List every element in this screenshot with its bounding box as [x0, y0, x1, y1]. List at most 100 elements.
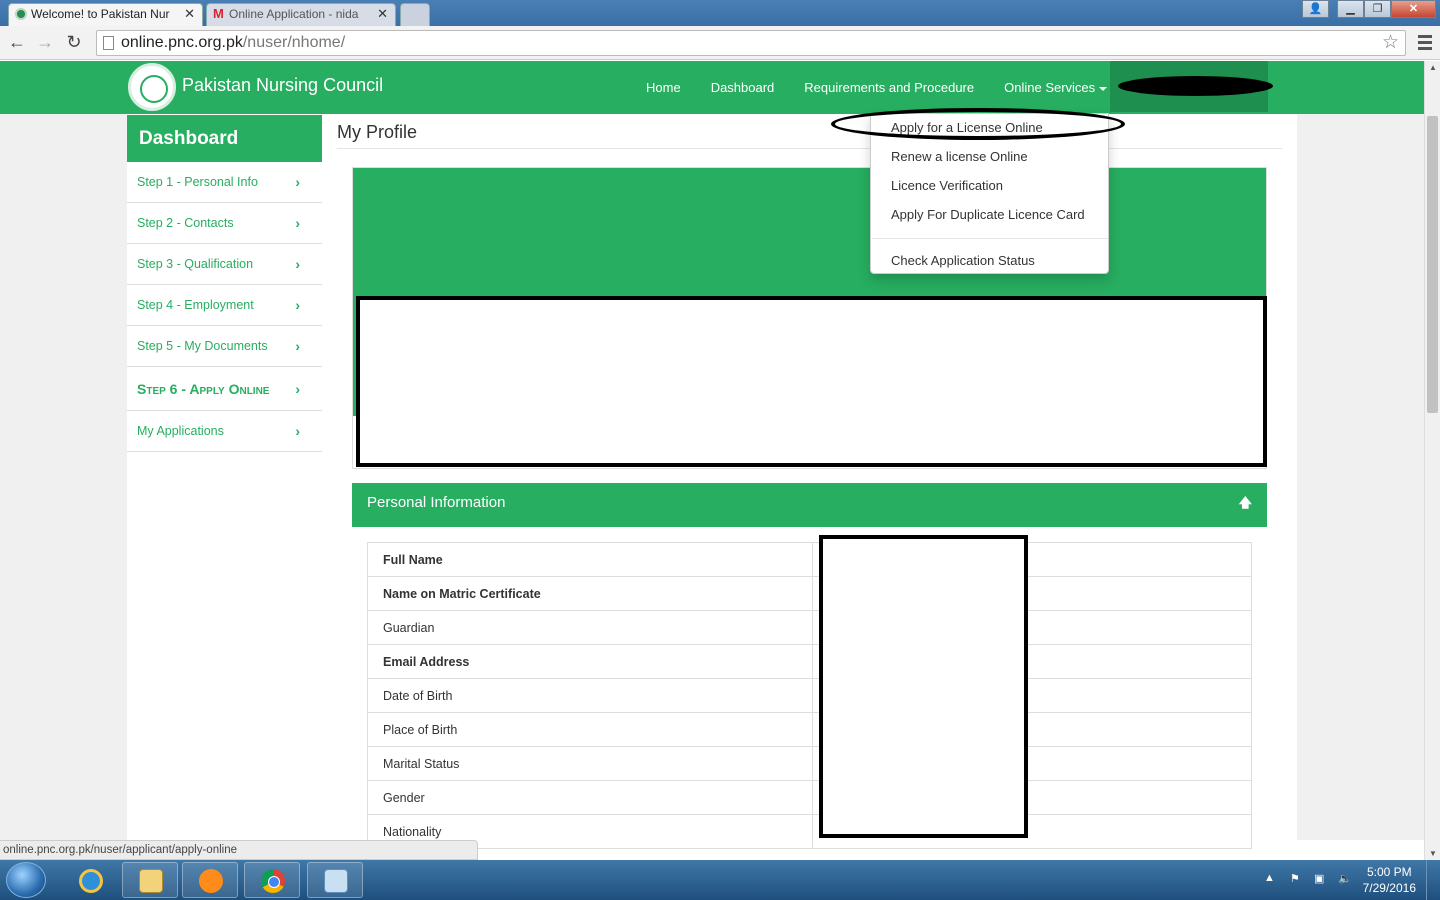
section-title: Personal Information [367, 494, 506, 511]
taskbar-clock[interactable]: 5:00 PM 7/29/2016 [1363, 864, 1416, 896]
redaction-mark [1118, 76, 1273, 96]
table-row: Marital Status [367, 746, 1252, 781]
paint-icon [324, 869, 348, 893]
arrow-up-icon[interactable]: 🡅 [1239, 483, 1252, 523]
show-desktop-button[interactable] [1426, 860, 1440, 900]
folder-icon [139, 869, 163, 893]
internet-explorer-icon [79, 869, 103, 893]
chevron-right-icon: › [295, 215, 300, 231]
taskbar-chrome[interactable] [244, 862, 300, 898]
sidebar-item-contacts[interactable]: Step 2 - Contacts › [127, 203, 322, 244]
menu-item-renew-license[interactable]: Renew a license Online [891, 149, 1028, 164]
browser-toolbar: ← → ↻ online.pnc.org.pk/nuser/nhome/ ☆ [0, 26, 1440, 60]
sidebar-item-my-applications[interactable]: My Applications › [127, 411, 322, 452]
nav-online-services-label: Online Services [1004, 80, 1096, 95]
window-close-button[interactable]: ✕ [1391, 0, 1436, 18]
personal-info-table: Full Name Name on Matric Certificate Gua… [367, 542, 1252, 849]
new-tab-button[interactable] [400, 3, 430, 26]
sidebar-title: Dashboard [127, 115, 322, 162]
menu-divider [872, 238, 1108, 239]
gmail-icon: M [213, 6, 224, 21]
forward-arrow-icon[interactable]: → [34, 32, 56, 54]
table-row: Email Address [367, 644, 1252, 679]
back-arrow-icon[interactable]: ← [6, 32, 28, 54]
sidebar-item-label: Step 5 - My Documents [137, 339, 268, 353]
sidebar-item-qualification[interactable]: Step 3 - Qualification › [127, 244, 322, 285]
address-bar[interactable]: online.pnc.org.pk/nuser/nhome/ ☆ [96, 30, 1406, 56]
menu-item-licence-verification[interactable]: Licence Verification [891, 178, 1003, 193]
sidebar-item-label: Step 6 - Apply Online [137, 381, 270, 397]
pnc-favicon-icon [15, 8, 27, 20]
sidebar-item-documents[interactable]: Step 5 - My Documents › [127, 326, 322, 367]
sidebar-item-employment[interactable]: Step 4 - Employment › [127, 285, 322, 326]
taskbar-media-player[interactable] [182, 862, 238, 898]
sidebar-item-label: My Applications [137, 424, 224, 438]
field-label: Email Address [367, 644, 813, 679]
volume-muted-icon[interactable]: 🔈 [1338, 872, 1352, 886]
browser-tab-active[interactable]: Welcome! to Pakistan Nur ✕ [8, 3, 203, 26]
sidebar-item-personal-info[interactable]: Step 1 - Personal Info › [127, 162, 322, 203]
page-scrollbar[interactable]: ▲ ▼ [1424, 61, 1440, 860]
nav-online-services[interactable]: Online Services [1004, 61, 1108, 114]
table-row: Full Name [367, 542, 1252, 577]
network-icon[interactable]: ▣ [1314, 872, 1328, 886]
media-player-icon [199, 869, 223, 893]
scroll-down-icon[interactable]: ▼ [1429, 849, 1437, 858]
windows-taskbar: ▲ ⚑ ▣ 🔈 5:00 PM 7/29/2016 [0, 860, 1440, 900]
taskbar-paint[interactable] [307, 862, 363, 898]
chevron-right-icon: › [295, 423, 300, 439]
url-host: online.pnc.org.pk [121, 34, 243, 51]
reload-icon[interactable]: ↻ [63, 32, 85, 54]
taskbar-file-explorer[interactable] [122, 862, 178, 898]
sidebar-item-label: Step 3 - Qualification [137, 257, 254, 271]
table-row: Gender [367, 780, 1252, 815]
chevron-right-icon: › [295, 338, 300, 354]
pnc-logo[interactable] [128, 63, 176, 111]
browser-menu-icon[interactable] [1418, 32, 1432, 54]
menu-item-check-status[interactable]: Check Application Status [891, 253, 1035, 268]
field-label: Name on Matric Certificate [367, 576, 813, 611]
nav-dashboard[interactable]: Dashboard [711, 61, 775, 114]
close-icon[interactable]: ✕ [377, 4, 388, 24]
title-divider [337, 148, 1282, 149]
sidebar-item-label: Step 1 - Personal Info [137, 175, 258, 189]
sidebar-item-label: Step 2 - Contacts [137, 216, 234, 230]
user-profile-icon[interactable]: 👤 [1302, 0, 1329, 18]
chevron-right-icon: › [295, 256, 300, 272]
table-row: Nationality [367, 814, 1252, 849]
browser-tab-gmail[interactable]: M Online Application - nida ✕ [206, 3, 396, 26]
start-button[interactable] [6, 862, 46, 898]
redaction-box [819, 535, 1028, 838]
redaction-box [356, 296, 1267, 467]
caret-down-icon [1099, 86, 1108, 91]
clock-time: 5:00 PM [1366, 865, 1412, 879]
sidebar-item-label: Step 4 - Employment [137, 298, 254, 312]
page-title: My Profile [337, 122, 418, 142]
chevron-right-icon: › [295, 297, 300, 313]
maximize-button[interactable]: ❐ [1364, 0, 1391, 18]
main-nav: Home Dashboard Requirements and Procedur… [646, 61, 1137, 114]
scroll-thumb[interactable] [1427, 116, 1438, 413]
close-icon[interactable]: ✕ [184, 4, 195, 24]
nav-requirements[interactable]: Requirements and Procedure [804, 61, 974, 114]
field-label: Date of Birth [367, 678, 813, 713]
nav-user-menu[interactable] [1110, 61, 1273, 112]
browser-titlebar: Welcome! to Pakistan Nur ✕ M Online Appl… [0, 0, 1440, 26]
status-url-bubble: online.pnc.org.pk/nuser/applicant/apply-… [0, 840, 478, 860]
system-tray: ▲ ⚑ ▣ 🔈 5:00 PM 7/29/2016 [1250, 860, 1440, 900]
show-hidden-icons-icon[interactable]: ▲ [1264, 872, 1278, 886]
bookmark-star-icon[interactable]: ☆ [1382, 31, 1399, 55]
action-center-flag-icon[interactable]: ⚑ [1290, 872, 1304, 886]
minimize-button[interactable]: ▁ [1337, 0, 1364, 18]
field-label: Place of Birth [367, 712, 813, 747]
chevron-right-icon: › [295, 174, 300, 190]
tab-title: Online Application - nida [229, 7, 359, 21]
menu-item-duplicate-card[interactable]: Apply For Duplicate Licence Card [891, 207, 1085, 222]
nav-home[interactable]: Home [646, 61, 681, 114]
taskbar-internet-explorer[interactable] [62, 862, 118, 898]
personal-info-header[interactable]: Personal Information 🡅 [352, 483, 1267, 527]
sidebar-item-apply-online[interactable]: Step 6 - Apply Online › [127, 367, 322, 411]
scroll-up-icon[interactable]: ▲ [1429, 63, 1437, 72]
chrome-icon [261, 869, 285, 893]
site-brand[interactable]: Pakistan Nursing Council [182, 75, 383, 96]
